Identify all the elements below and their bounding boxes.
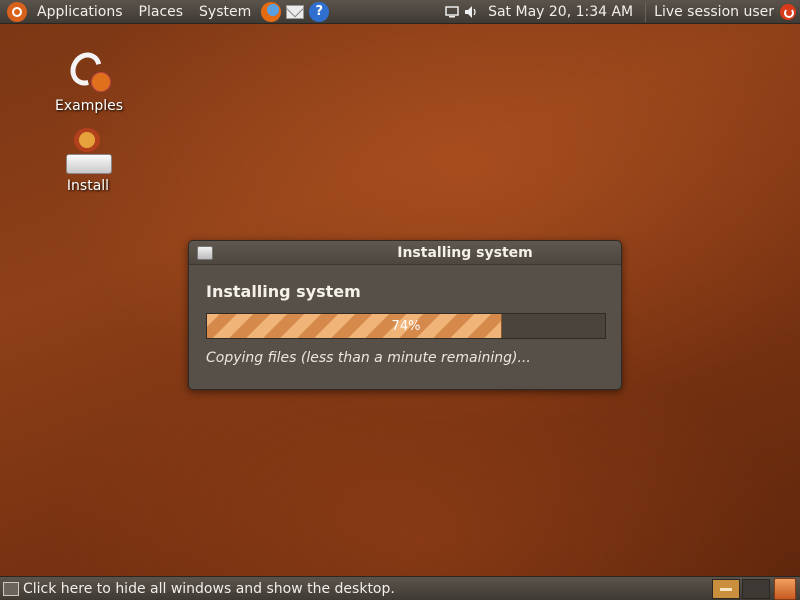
progress-percent: 74% bbox=[391, 318, 421, 334]
applications-menu[interactable]: Applications bbox=[0, 0, 131, 24]
firefox-launcher[interactable] bbox=[260, 1, 282, 23]
top-panel: Applications Places System ? Sat May 20,… bbox=[0, 0, 800, 24]
status-message: Copying files (less than a minute remain… bbox=[206, 350, 531, 366]
dialog-titlebar[interactable]: Installing system bbox=[189, 241, 621, 265]
desktop-icon-label: Install bbox=[66, 178, 110, 194]
user-switcher[interactable]: Live session user bbox=[646, 0, 780, 24]
places-menu-label: Places bbox=[138, 3, 184, 20]
show-desktop-button[interactable]: Click here to hide all windows and show … bbox=[0, 577, 395, 600]
show-desktop-icon bbox=[3, 581, 19, 596]
dialog-title: Installing system bbox=[397, 244, 533, 261]
help-launcher[interactable]: ? bbox=[308, 1, 330, 23]
firefox-icon bbox=[261, 1, 282, 22]
workspace-1[interactable] bbox=[712, 578, 740, 599]
help-icon: ? bbox=[309, 1, 330, 22]
desktop-icon-examples[interactable]: Examples bbox=[44, 46, 134, 114]
workspace-switcher bbox=[712, 577, 800, 600]
system-menu-label: System bbox=[199, 3, 252, 20]
applications-menu-label: Applications bbox=[37, 3, 123, 20]
install-icon bbox=[64, 128, 112, 176]
ubuntu-logo-icon bbox=[7, 1, 27, 22]
mail-icon bbox=[286, 4, 305, 19]
installing-dialog: Installing system Installing system 74% … bbox=[188, 240, 622, 390]
clock[interactable]: Sat May 20, 1:34 AM bbox=[482, 0, 645, 24]
mail-launcher[interactable] bbox=[284, 1, 306, 23]
show-desktop-label: Click here to hide all windows and show … bbox=[23, 580, 395, 597]
trash-icon[interactable] bbox=[774, 577, 796, 600]
power-icon[interactable] bbox=[780, 3, 796, 20]
workspace-2[interactable] bbox=[742, 578, 770, 599]
progress-bar: 74% bbox=[206, 313, 606, 339]
places-menu[interactable]: Places bbox=[131, 0, 192, 24]
desktop-icon-install[interactable]: Install bbox=[43, 128, 133, 194]
desktop-icon-label: Examples bbox=[54, 98, 124, 114]
system-menu[interactable]: System bbox=[191, 0, 259, 24]
network-icon[interactable] bbox=[442, 2, 462, 22]
dialog-heading: Installing system bbox=[206, 282, 361, 301]
bottom-panel: Click here to hide all windows and show … bbox=[0, 576, 800, 600]
volume-icon[interactable] bbox=[462, 2, 482, 22]
system-tray: Sat May 20, 1:34 AM Live session user bbox=[442, 0, 800, 24]
examples-icon bbox=[64, 46, 113, 96]
installer-icon bbox=[197, 245, 213, 260]
